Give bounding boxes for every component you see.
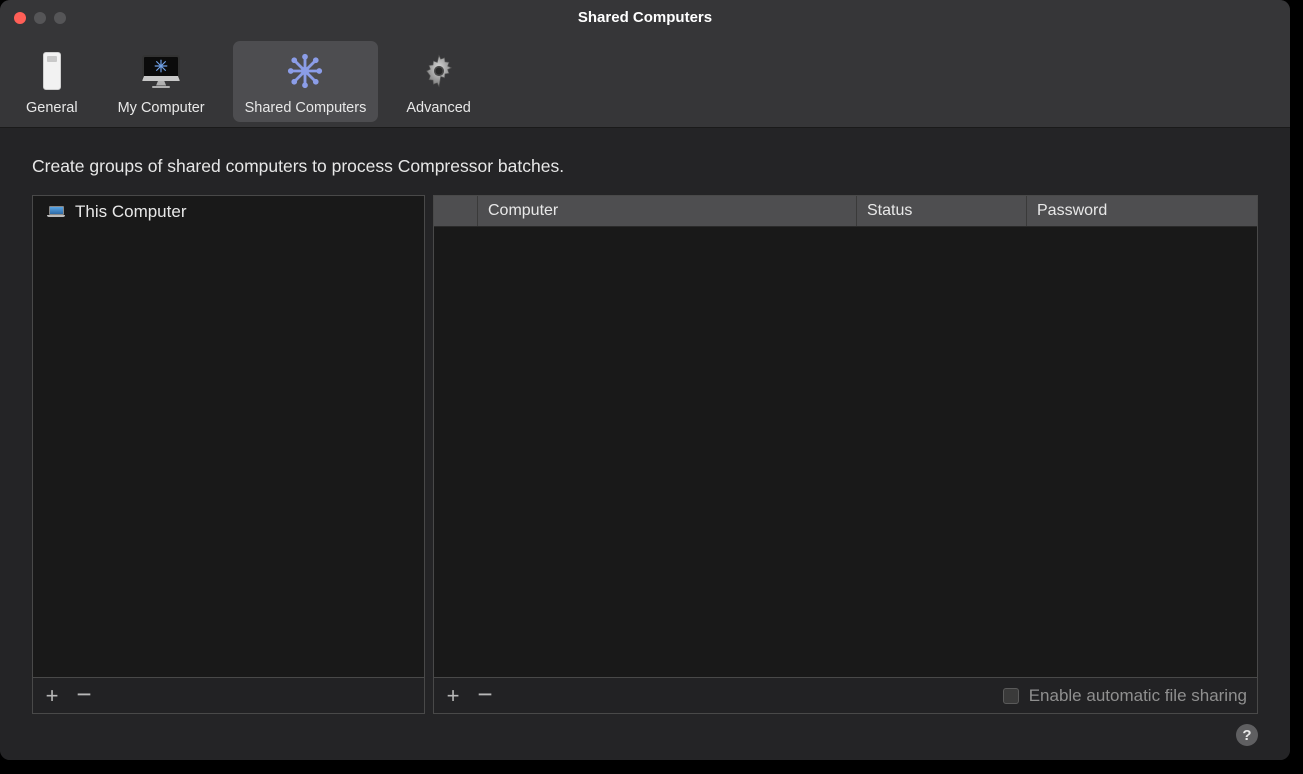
titlebar: Shared Computers [0,0,1290,35]
checkbox-column-header[interactable] [434,196,478,226]
list-item[interactable]: This Computer [33,196,424,228]
content-area: Create groups of shared computers to pro… [0,128,1290,760]
enable-file-sharing-label: Enable automatic file sharing [1029,686,1247,706]
tab-my-computer[interactable]: My Computer [106,41,217,122]
tab-general[interactable]: General [14,41,90,122]
group-label: This Computer [75,202,186,222]
remove-computer-button[interactable]: − [476,681,494,707]
minimize-window-button[interactable] [34,12,46,24]
preferences-toolbar: General My Computer [0,35,1290,127]
groups-footer: + − [33,677,424,713]
checkbox-icon[interactable] [1003,688,1019,704]
tab-label: Shared Computers [245,100,367,116]
tab-label: My Computer [118,100,205,116]
column-header-password[interactable]: Password [1027,196,1257,226]
tab-label: Advanced [406,100,471,116]
tab-label: General [26,100,78,116]
column-header-computer[interactable]: Computer [478,196,857,226]
window-title: Shared Computers [0,9,1290,26]
gear-icon [417,49,461,93]
enable-file-sharing-option[interactable]: Enable automatic file sharing [1003,686,1247,706]
panes: This Computer + − Computer Status Passwo… [32,195,1258,714]
preferences-window: Shared Computers General [0,0,1290,760]
tab-shared-computers[interactable]: Shared Computers [233,41,379,122]
window-controls [0,12,66,24]
groups-pane: This Computer + − [32,195,425,714]
computers-footer: + − Enable automatic file sharing [434,677,1257,713]
titlebar-area: Shared Computers General [0,0,1290,128]
add-computer-button[interactable]: + [444,685,462,707]
help-row: ? [32,714,1258,746]
computers-table-body[interactable] [434,227,1257,677]
switch-icon [30,49,74,93]
computers-table-header: Computer Status Password [434,196,1257,227]
snowflake-icon [283,49,327,93]
remove-group-button[interactable]: − [75,681,93,707]
close-window-button[interactable] [14,12,26,24]
imac-icon [139,49,183,93]
description-text: Create groups of shared computers to pro… [32,156,1258,177]
add-group-button[interactable]: + [43,685,61,707]
zoom-window-button[interactable] [54,12,66,24]
help-button[interactable]: ? [1236,724,1258,746]
laptop-icon [47,206,65,218]
computers-pane: Computer Status Password + − Enable auto… [433,195,1258,714]
tab-advanced[interactable]: Advanced [394,41,483,122]
groups-list[interactable]: This Computer [33,196,424,677]
help-icon: ? [1242,727,1251,744]
column-header-status[interactable]: Status [857,196,1027,226]
